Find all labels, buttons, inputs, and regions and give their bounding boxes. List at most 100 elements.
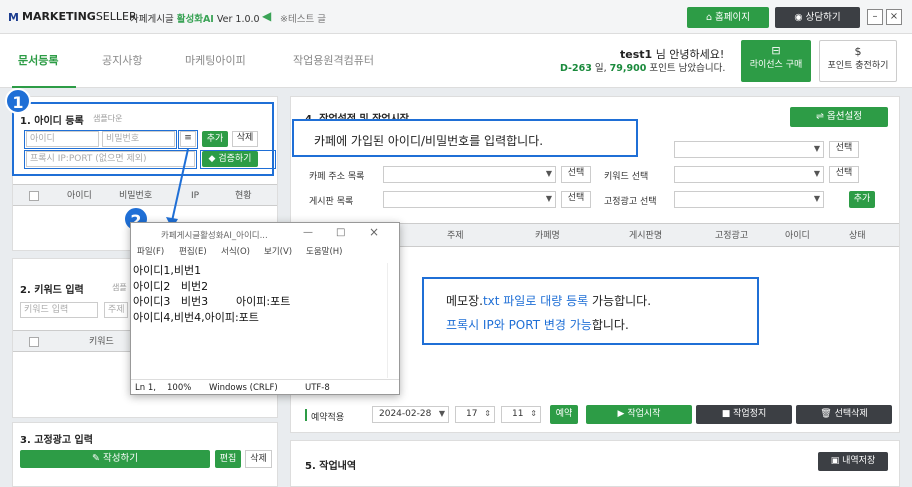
save-icon: ▣: [830, 456, 843, 466]
play-icon: ▶: [617, 409, 628, 419]
board-label: 게시판 목록: [309, 197, 354, 207]
tab-remote-pc[interactable]: 작업용원격컴퓨터: [293, 52, 374, 68]
notepad-minimize-button[interactable]: —: [303, 227, 313, 238]
close-button[interactable]: ×: [886, 9, 902, 25]
keyword-input[interactable]: 키워드 입력: [20, 302, 98, 318]
text-line: 아이디2 비번2: [133, 279, 209, 293]
start-work-button[interactable]: ▶ 작업시작: [586, 405, 692, 424]
board-select-button[interactable]: 선택: [561, 191, 591, 208]
stepper-icon: ⇕: [530, 409, 537, 418]
menu-format[interactable]: 서식(O): [221, 245, 250, 257]
keyword-select-label: 키워드 선택: [604, 172, 649, 182]
stepper-icon: ⇕: [484, 409, 491, 418]
cafe-address-select[interactable]: ▼: [383, 166, 556, 183]
pencil-icon: ✎: [92, 453, 103, 464]
hour-stepper[interactable]: 17 ⇕: [455, 406, 495, 423]
reserve-marker: [305, 409, 307, 421]
text-line: 아이디1,비번1: [133, 264, 202, 277]
col-account-id: 아이디: [785, 231, 810, 241]
menu-edit[interactable]: 편집(E): [179, 245, 207, 257]
tab-marketing-ip[interactable]: 마케팅아이피: [185, 52, 246, 68]
points-charge-button[interactable]: $ 포인트 충전하기: [819, 40, 897, 82]
license-status: D-263 일, 79,900 포인트 남았습니다.: [560, 63, 726, 74]
notepad-window: 카페게시글활성화AI_아이디... — □ × 파일(F) 편집(E) 서식(O…: [130, 222, 400, 395]
keyword-sample[interactable]: 샘플: [112, 282, 127, 293]
reserve-label: 예약적용: [311, 413, 345, 423]
chevron-down-icon: ▼: [545, 194, 552, 203]
arrow-connector: [166, 148, 189, 229]
keyword-select-all-checkbox[interactable]: [29, 337, 39, 347]
reserve-button[interactable]: 예약: [550, 405, 578, 424]
notepad-status-bar: Ln 1, 100% Windows (CRLF) UTF-8: [131, 379, 399, 395]
keyword-select-button[interactable]: 선택: [829, 166, 859, 183]
menu-view[interactable]: 보기(V): [264, 245, 292, 257]
trash-icon: 🗑: [820, 409, 835, 419]
fixed-ad-select-label: 고정광고 선택: [604, 197, 657, 207]
cafe-address-label: 카페 주소 목록: [309, 172, 365, 182]
consult-button[interactable]: ◉ 상담하기: [775, 7, 860, 28]
id-callout-text: 카페에 가입된 아이디/비밀번호를 입력합니다.: [314, 134, 544, 148]
notepad-menu-bar: 파일(F) 편집(E) 서식(O) 보기(V) 도움말(H): [131, 245, 399, 261]
notepad-close-button[interactable]: ×: [369, 225, 379, 239]
text-line: 아이디3 비번3 아이피:포트: [133, 295, 291, 308]
date-picker[interactable]: 2024-02-28 ▼: [372, 406, 449, 423]
home-icon: ⌂: [705, 12, 716, 23]
id-callout: 카페에 가입된 아이디/비밀번호를 입력합니다.: [292, 119, 638, 157]
tab-notice[interactable]: 공지사항: [102, 52, 142, 68]
minute-stepper[interactable]: 11 ⇕: [501, 406, 541, 423]
notepad-scrollbar[interactable]: [387, 263, 399, 378]
stop-icon: ■: [721, 409, 734, 419]
credentials-highlight: [24, 130, 177, 149]
keyword-title-input[interactable]: 주제: [104, 302, 128, 318]
select-all-checkbox[interactable]: [29, 191, 39, 201]
notepad-text-area[interactable]: 아이디1,비번1 아이디2 비번2 아이디3 비번3 아이피:포트 아이디4,비…: [133, 263, 290, 325]
keyword-section-title: 2. 키워드 입력: [20, 285, 84, 296]
menu-help[interactable]: 도움말(H): [306, 245, 342, 257]
delete-selected-button[interactable]: 🗑 선택삭제: [796, 405, 892, 424]
col-cafe-name: 카페명: [535, 231, 560, 241]
col-status: 현황: [235, 191, 252, 201]
notice-text: ※테스트 글: [280, 14, 326, 25]
cart-icon: ⊟: [771, 44, 781, 57]
history-save-button[interactable]: ▣ 내역저장: [818, 452, 888, 471]
minimize-button[interactable]: –: [867, 9, 883, 25]
option-settings-button[interactable]: ⇌ 옵션설정: [790, 107, 888, 127]
option-select-button[interactable]: 선택: [829, 141, 859, 158]
chevron-down-icon: ▼: [813, 144, 820, 153]
speaker-icon: ◀: [262, 9, 272, 23]
keyword-select[interactable]: ▼: [674, 166, 824, 183]
tab-document-register[interactable]: 문서등록: [18, 52, 58, 68]
chevron-down-icon: ▼: [813, 194, 820, 203]
col-fixed-ad: 고정광고: [715, 231, 749, 241]
stop-work-button[interactable]: ■ 작업정지: [696, 405, 792, 424]
col-id: 아이디: [67, 191, 92, 201]
headset-icon: ◉: [794, 12, 806, 23]
id-table-header: 아이디 비밀번호 IP 현황: [13, 184, 277, 206]
license-buy-button[interactable]: ⊟ 라이선스 구매: [741, 40, 811, 82]
menu-file[interactable]: 파일(F): [137, 245, 164, 257]
fixed-ad-select[interactable]: ▼: [674, 191, 824, 208]
col-work-status: 상태: [849, 231, 866, 241]
sliders-icon: ⇌: [816, 111, 827, 122]
chevron-down-icon: ▼: [438, 409, 445, 418]
delete-ad-button[interactable]: 삭제: [245, 450, 272, 468]
app-logo-icon: M: [8, 11, 19, 24]
edit-ad-button[interactable]: 편집: [215, 450, 241, 468]
history-section-title: 5. 작업내역: [305, 461, 357, 472]
col-keyword: 키워드: [89, 337, 114, 347]
write-ad-button[interactable]: ✎ 작성하기: [20, 450, 210, 468]
notepad-title-bar: 카페게시글활성화AI_아이디... — □ ×: [161, 225, 380, 241]
step-1-badge: 1: [5, 88, 31, 114]
product-version: 카페게시글 활성화AI Ver 1.0.0: [130, 14, 260, 25]
board-select[interactable]: ▼: [383, 191, 556, 208]
fixed-ad-add-button[interactable]: 추가: [849, 191, 875, 208]
file-callout: 메모장.txt 파일로 대량 등록 가능합니다. 프록시 IP와 PORT 변경…: [422, 277, 759, 345]
chevron-down-icon: ▼: [545, 169, 552, 178]
brand-name: MARKETINGSELLER: [22, 10, 137, 23]
option-select[interactable]: ▼: [674, 141, 824, 158]
homepage-button[interactable]: ⌂ 홈페이지: [687, 7, 769, 28]
notepad-maximize-button[interactable]: □: [336, 227, 345, 238]
chevron-down-icon: ▼: [813, 169, 820, 178]
file-callout-line1: 메모장.txt 파일로 대량 등록 가능합니다.: [446, 294, 652, 308]
cafe-address-select-button[interactable]: 선택: [561, 166, 591, 183]
